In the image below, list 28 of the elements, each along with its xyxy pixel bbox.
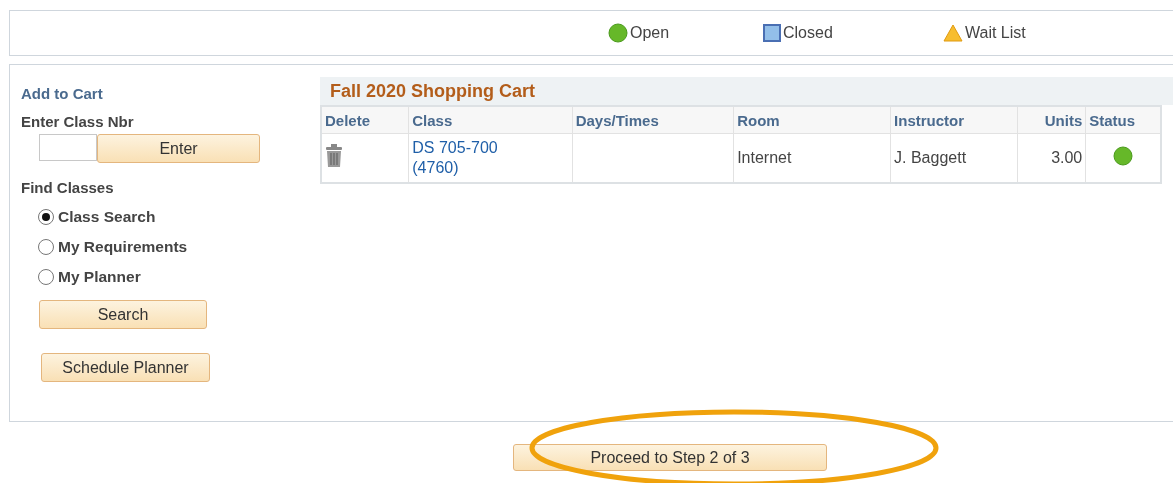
legend-label: Closed — [783, 24, 833, 42]
column-header: Units — [1017, 106, 1086, 134]
class-nbr-field[interactable] — [39, 134, 97, 161]
radio-label: Class Search — [58, 208, 156, 226]
enter-button[interactable]: Enter — [97, 134, 260, 163]
radio-button[interactable] — [38, 239, 54, 255]
column-header: Instructor — [890, 106, 1018, 134]
add-to-cart-link[interactable]: Add to Cart — [21, 85, 320, 102]
radio-button[interactable] — [38, 269, 54, 285]
radio-button[interactable] — [38, 209, 54, 225]
column-header: Days/Times — [572, 106, 734, 134]
class-number-link[interactable]: (4760) — [412, 158, 569, 178]
column-header: Status — [1085, 106, 1161, 134]
cart-title: Fall 2020 Shopping Cart — [320, 77, 1173, 105]
schedule-planner-button[interactable]: Schedule Planner — [41, 353, 210, 382]
class-link[interactable]: DS 705-700 — [412, 138, 569, 158]
column-header: Class — [408, 106, 573, 134]
legend-label: Wait List — [965, 24, 1026, 42]
legend-label: Open — [630, 24, 670, 42]
column-header: Room — [733, 106, 891, 134]
class-nbr-label: Enter Class Nbr — [21, 113, 135, 130]
column-header: Delete — [321, 106, 409, 134]
search-button[interactable]: Search — [39, 300, 207, 329]
radio-label: My Planner — [58, 268, 141, 286]
proceed-button[interactable]: Proceed to Step 2 of 3 — [513, 444, 827, 471]
find-classes-label: Find Classes — [21, 179, 115, 196]
radio-label: My Requirements — [58, 238, 188, 256]
trash-icon[interactable] — [325, 144, 343, 168]
